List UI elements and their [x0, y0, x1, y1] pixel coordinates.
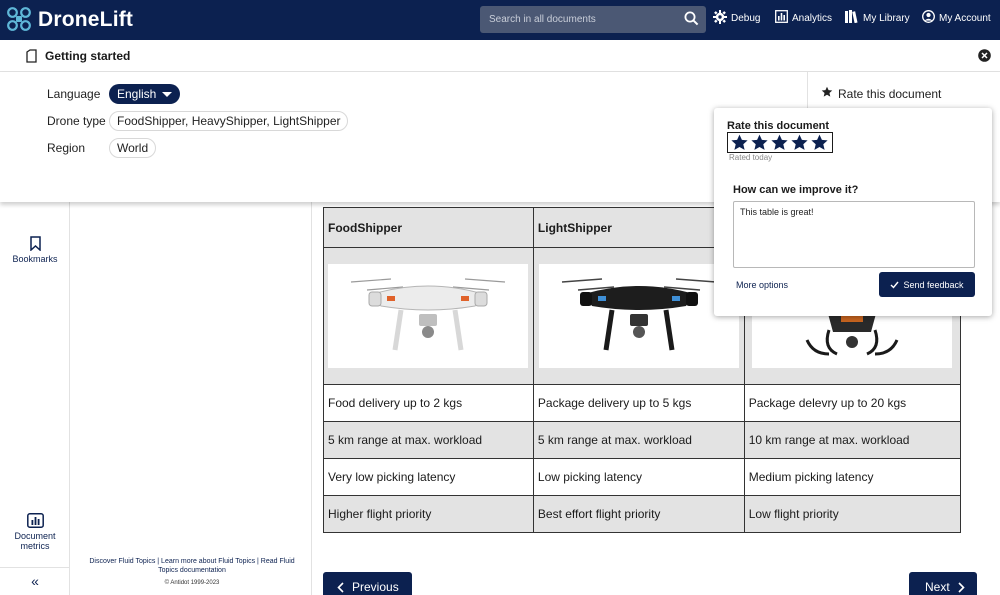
search-input[interactable] [489, 14, 674, 25]
send-feedback-label: Send feedback [903, 279, 964, 290]
language-select[interactable]: English [109, 84, 181, 104]
table-cell: Low flight priority [743, 495, 962, 533]
table-cell: Package delivery up to 5 kgs [532, 384, 745, 422]
previous-button[interactable]: Previous [323, 572, 412, 595]
document-title-bar: Getting started [0, 40, 1000, 72]
nav-analytics-label: Analytics [792, 12, 833, 24]
nav-my-account-label: My Account [939, 12, 991, 24]
gear-icon [713, 10, 731, 27]
drone-type-chip[interactable]: FoodShipper, HeavyShipper, LightShipper [109, 111, 349, 131]
nav-debug[interactable]: Debug [713, 10, 760, 27]
table-cell: Very low picking latency [323, 458, 534, 496]
left-rail: Bookmarks Document metrics « [0, 202, 70, 595]
table-cell: 10 km range at max. workload [743, 421, 962, 459]
rated-status: Rated today [729, 153, 773, 162]
table-cell: 5 km range at max. workload [532, 421, 745, 459]
user-circle-icon [922, 10, 939, 26]
drone-logo-icon [6, 6, 32, 35]
close-icon[interactable] [978, 49, 991, 65]
bookmarks-label: Bookmarks [12, 254, 58, 264]
star-icon[interactable] [730, 134, 749, 151]
table-cell: Low picking latency [532, 458, 745, 496]
star-icon [821, 86, 838, 101]
language-select-value: English [117, 87, 157, 101]
nav-analytics[interactable]: Analytics [775, 10, 832, 26]
table-row: Food delivery up to 2 kgs Package delive… [323, 384, 962, 422]
nav-my-library-label: My Library [863, 12, 910, 24]
black-drone-image [538, 264, 739, 368]
app-title: DroneLift [38, 8, 134, 31]
next-button[interactable]: Next [909, 572, 977, 595]
filter-region: Region World [47, 138, 157, 158]
star-icon[interactable] [750, 134, 769, 151]
rate-document-label: Rate this document [838, 86, 942, 101]
collapse-rail-button[interactable]: « [0, 567, 70, 595]
toc-footer-links[interactable]: Discover Fluid Topics | Learn more about… [82, 557, 302, 575]
chevron-left-icon [337, 581, 344, 593]
filter-label-drone-type: Drone type [47, 114, 106, 128]
library-icon [845, 10, 863, 26]
table-cell: Best effort flight priority [532, 495, 745, 533]
bookmark-icon [0, 236, 70, 251]
white-drone-image [328, 264, 529, 368]
document-icon [26, 48, 37, 63]
next-label: Next [925, 580, 950, 594]
document-metrics-label: Document metrics [14, 531, 56, 551]
filter-drone-type: Drone type FoodShipper, HeavyShipper, Li… [47, 111, 349, 131]
top-bar: DroneLift Debug Analytics My Library My … [0, 0, 1000, 40]
table-image-cell [323, 247, 534, 385]
table-image-cell [532, 247, 745, 385]
table-row: 5 km range at max. workload 5 km range a… [323, 421, 962, 459]
document-metrics-button[interactable]: Document metrics [0, 513, 70, 551]
feedback-question: How can we improve it? [733, 184, 859, 196]
rating-title: Rate this document [727, 120, 830, 132]
check-icon [890, 281, 903, 289]
search-box [480, 6, 706, 33]
filter-language: Language English [47, 84, 181, 104]
table-cell: Package delevry up to 20 kgs [743, 384, 962, 422]
table-header-cell: FoodShipper [323, 207, 534, 248]
chevron-right-icon [958, 581, 965, 593]
toc-panel: Discover Fluid Topics | Learn more about… [70, 202, 312, 595]
star-rating[interactable] [727, 132, 833, 153]
bar-chart-icon [775, 10, 792, 26]
search-icon[interactable] [684, 11, 699, 29]
bookmarks-button[interactable]: Bookmarks [0, 236, 70, 264]
caret-down-icon [162, 91, 173, 97]
previous-label: Previous [352, 580, 399, 594]
send-feedback-button[interactable]: Send feedback [879, 272, 975, 297]
star-icon[interactable] [770, 134, 789, 151]
more-options-link[interactable]: More options [736, 280, 788, 290]
nav-my-library[interactable]: My Library [845, 10, 910, 26]
nav-my-account[interactable]: My Account [922, 10, 991, 26]
feedback-textarea[interactable]: This table is great! [733, 201, 975, 268]
star-icon[interactable] [790, 134, 809, 151]
table-cell: Food delivery up to 2 kgs [323, 384, 534, 422]
rating-popover: Rate this document Rated today How can w… [714, 108, 992, 316]
table-row: Very low picking latency Low picking lat… [323, 458, 962, 496]
metrics-icon [0, 513, 70, 528]
table-cell: Medium picking latency [743, 458, 962, 496]
table-row: Higher flight priority Best effort fligh… [323, 495, 962, 533]
table-header-cell: LightShipper [532, 207, 745, 248]
document-title: Getting started [45, 48, 131, 63]
table-cell: 5 km range at max. workload [323, 421, 534, 459]
nav-debug-label: Debug [731, 13, 761, 24]
region-chip[interactable]: World [109, 138, 157, 158]
filter-label-language: Language [47, 87, 101, 101]
filter-label-region: Region [47, 141, 86, 155]
rate-document-link[interactable]: Rate this document [821, 86, 941, 101]
table-cell: Higher flight priority [323, 495, 534, 533]
toc-copyright: © Antidot 1999-2023 [164, 580, 220, 586]
logo[interactable]: DroneLift [6, 6, 133, 35]
star-icon[interactable] [810, 134, 829, 151]
